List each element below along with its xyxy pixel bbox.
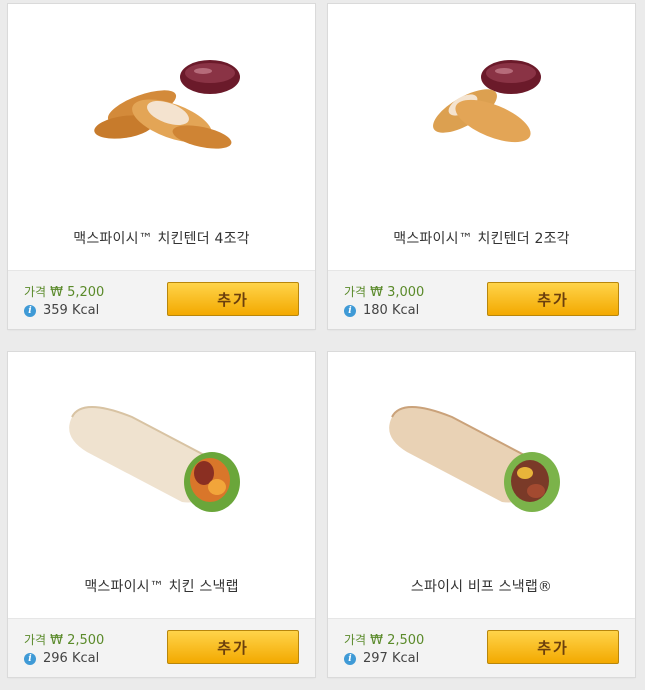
- product-name: 맥스파이시™ 치킨텐더 2조각: [393, 231, 570, 247]
- product-footer: 가격 ₩ 2,500 i 296 Kcal 추가: [8, 618, 315, 677]
- price-line: 가격 ₩ 5,200: [24, 283, 104, 300]
- calorie-line: i 180 Kcal: [344, 303, 419, 318]
- product-card: 맥스파이시™ 치킨텐더 4조각 가격 ₩ 5,200 i 359 Kcal 추가: [8, 4, 315, 329]
- price-value: ₩ 5,200: [50, 285, 105, 300]
- product-image-beef-snack-wrap[interactable]: [328, 352, 635, 552]
- product-footer: 가격 ₩ 3,000 i 180 Kcal 추가: [328, 270, 635, 329]
- product-name: 맥스파이시™ 치킨 스낵랩: [84, 579, 239, 595]
- calorie-value: 180 Kcal: [363, 303, 420, 318]
- price-line: 가격 ₩ 2,500: [344, 631, 424, 648]
- product-name: 스파이시 비프 스낵랩®: [410, 579, 553, 595]
- price-label: 가격: [24, 633, 47, 647]
- price-value: ₩ 2,500: [50, 633, 105, 648]
- info-icon[interactable]: i: [24, 304, 36, 317]
- product-card: 맥스파이시™ 치킨 스낵랩 가격 ₩ 2,500 i 296 Kcal 추가: [8, 352, 315, 677]
- calorie-value: 359 Kcal: [43, 303, 100, 318]
- price-label: 가격: [344, 285, 367, 299]
- price-value: ₩ 3,000: [370, 285, 425, 300]
- product-image-chicken-snack-wrap[interactable]: [8, 352, 315, 552]
- product-name: 맥스파이시™ 치킨텐더 4조각: [73, 231, 250, 247]
- product-card: 맥스파이시™ 치킨텐더 2조각 가격 ₩ 3,000 i 180 Kcal 추가: [328, 4, 635, 329]
- price-value: ₩ 2,500: [370, 633, 425, 648]
- calorie-line: i 296 Kcal: [24, 651, 99, 666]
- product-footer: 가격 ₩ 2,500 i 297 Kcal 추가: [328, 618, 635, 677]
- price-line: 가격 ₩ 3,000: [344, 283, 424, 300]
- product-footer: 가격 ₩ 5,200 i 359 Kcal 추가: [8, 270, 315, 329]
- calorie-value: 297 Kcal: [363, 651, 420, 666]
- price-label: 가격: [344, 633, 367, 647]
- add-button[interactable]: 추가: [487, 630, 619, 664]
- calorie-line: i 359 Kcal: [24, 303, 99, 318]
- product-image-chicken-tenders-4pc[interactable]: [8, 4, 315, 204]
- add-button[interactable]: 추가: [487, 282, 619, 316]
- calorie-value: 296 Kcal: [43, 651, 100, 666]
- product-image-chicken-tenders-2pc[interactable]: [328, 4, 635, 204]
- price-label: 가격: [24, 285, 47, 299]
- calorie-line: i 297 Kcal: [344, 651, 419, 666]
- info-icon[interactable]: i: [344, 652, 356, 665]
- add-button[interactable]: 추가: [167, 282, 299, 316]
- add-button[interactable]: 추가: [167, 630, 299, 664]
- info-icon[interactable]: i: [24, 652, 36, 665]
- info-icon[interactable]: i: [344, 304, 356, 317]
- product-card: 스파이시 비프 스낵랩® 가격 ₩ 2,500 i 297 Kcal 추가: [328, 352, 635, 677]
- price-line: 가격 ₩ 2,500: [24, 631, 104, 648]
